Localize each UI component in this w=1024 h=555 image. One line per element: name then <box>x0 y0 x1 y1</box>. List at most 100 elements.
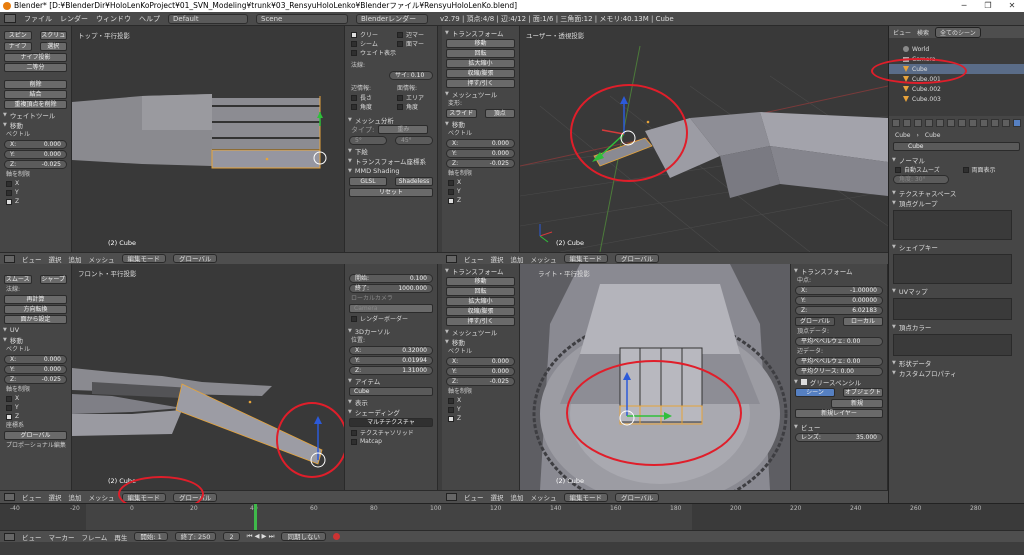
header-view-menu[interactable]: ビュー <box>22 254 42 264</box>
shrink-fatten-button[interactable]: 収縮/膨張 <box>446 69 515 78</box>
shape-keys-list[interactable] <box>893 254 1012 284</box>
remove-doubles-button[interactable]: 重複頂点を削除 <box>4 100 67 109</box>
mode-selector[interactable]: 編集モード <box>121 254 166 263</box>
vector-x-field[interactable]: X: 0.000 <box>4 140 67 149</box>
select-button[interactable]: 選択 <box>39 42 67 51</box>
header-add-menu[interactable]: 追加 <box>69 492 82 502</box>
maximize-icon[interactable]: ❐ <box>976 0 1000 12</box>
vertex-colors-header[interactable]: 頂点カラー <box>889 322 1024 332</box>
vector-x-field-4[interactable]: X: 0.000 <box>446 357 515 366</box>
vertex-button[interactable]: 頂点 <box>484 109 515 118</box>
sharp-button[interactable]: シャープ <box>39 275 67 284</box>
header-select-menu[interactable]: 選択 <box>491 492 504 502</box>
vertex-groups-header[interactable]: 頂点グループ <box>889 198 1024 208</box>
editor-type-icon[interactable] <box>4 14 16 23</box>
geometry-data-header[interactable]: 形状データ <box>889 358 1024 368</box>
global-toggle[interactable]: グローバル <box>795 317 835 326</box>
lens-field[interactable]: レンズ: 35.000 <box>795 433 883 442</box>
move-operator-header-3[interactable]: 移動 <box>0 335 71 345</box>
vertex-groups-list[interactable] <box>893 210 1012 240</box>
vertex-colors-list[interactable] <box>893 334 1012 356</box>
header-mesh-menu[interactable]: メッシュ <box>531 492 557 502</box>
median-y-field[interactable]: Y: 0.00000 <box>795 296 883 305</box>
scene-selector[interactable]: Scene <box>256 13 348 24</box>
auto-smooth-checkbox[interactable]: 自動スムーズ <box>889 165 957 174</box>
shading-mode-dropdown[interactable]: マルチテクスチャ <box>349 418 433 427</box>
mesh-analysis-header[interactable]: メッシュ分析 <box>345 115 437 125</box>
analysis-type-dropdown[interactable]: 重み <box>378 125 429 134</box>
range-max-field[interactable]: 45° <box>395 136 433 145</box>
menu-window[interactable]: ウィンドウ <box>96 14 131 24</box>
constraint-x-checkbox-2[interactable]: X <box>442 178 519 187</box>
join-dropdown[interactable]: 結合 <box>4 90 67 99</box>
constraint-y-checkbox[interactable]: Y <box>0 188 71 197</box>
camera-field[interactable]: Camera <box>349 304 433 313</box>
menu-file[interactable]: ファイル <box>24 14 52 24</box>
range-min-field[interactable]: 5° <box>349 136 387 145</box>
mesh-tools-header-2[interactable]: メッシュツール <box>442 327 519 337</box>
orientation-dropdown[interactable]: グローバル <box>4 431 67 440</box>
set-from-faces-button[interactable]: 面から設定 <box>4 315 67 324</box>
viewport-front-ortho[interactable]: フロント・平行投影 (2) Cube <box>72 264 344 490</box>
timeline-marker-menu[interactable]: マーカー <box>49 532 75 542</box>
timeline-frame-menu[interactable]: フレーム <box>82 532 108 542</box>
normal-size-field[interactable]: サイ: 0.10 <box>389 71 433 80</box>
timeline-playback-menu[interactable]: 再生 <box>114 532 127 542</box>
constraint-z-checkbox-3[interactable]: Z <box>0 412 71 421</box>
median-z-field[interactable]: Z: 6.02183 <box>795 306 883 315</box>
screw-button[interactable]: スクリュー <box>39 31 67 47</box>
header-mesh-menu[interactable]: メッシュ <box>531 254 557 264</box>
cursor-x-field[interactable]: X: 0.32000 <box>349 346 433 355</box>
viewport-user-perspective[interactable]: ユーザー・透視投影 (2) Cube <box>520 26 888 252</box>
header-mesh-menu[interactable]: メッシュ <box>89 492 115 502</box>
header-view-menu[interactable]: ビュー <box>22 492 42 502</box>
mmd-shading-header[interactable]: MMD Shading <box>345 166 437 176</box>
move-operator-header-4[interactable]: 移動 <box>442 337 519 347</box>
vector-x-field-2[interactable]: X: 0.000 <box>446 139 515 148</box>
vector-z-field-2[interactable]: Z: -0.025 <box>446 159 515 168</box>
median-x-field[interactable]: X: -1.00000 <box>795 286 883 295</box>
display-header[interactable]: 表示 <box>345 397 437 407</box>
header-select-menu[interactable]: 選択 <box>49 254 62 264</box>
transform-tools-header[interactable]: トランスフォーム <box>442 28 519 38</box>
clip-end-field[interactable]: 終了: 1000.000 <box>349 284 433 293</box>
shading-header[interactable]: シェーディング <box>345 407 437 417</box>
sync-mode-dropdown[interactable]: 同期しない <box>281 532 326 541</box>
header-select-menu[interactable]: 選択 <box>49 492 62 502</box>
knife-button[interactable]: ナイフ <box>4 42 32 51</box>
scale-button-2[interactable]: 拡大縮小 <box>446 297 515 306</box>
custom-properties-header[interactable]: カスタムプロパティ <box>889 368 1024 378</box>
move-operator-header-2[interactable]: 移動 <box>442 119 519 129</box>
seams-checkbox[interactable]: シーム <box>345 39 391 48</box>
vector-z-field-4[interactable]: Z: -0.025 <box>446 377 515 386</box>
vector-y-field-4[interactable]: Y: 0.000 <box>446 367 515 376</box>
start-frame-field[interactable]: 開始: 1 <box>134 532 168 541</box>
transform-header[interactable]: トランスフォーム <box>791 266 887 276</box>
face-marks-checkbox[interactable]: 面マー <box>391 39 437 48</box>
timeline-view-menu[interactable]: ビュー <box>22 532 42 542</box>
background-images-header[interactable]: 下絵 <box>345 146 437 156</box>
uv-header[interactable]: UV <box>0 325 71 335</box>
end-frame-field[interactable]: 終了: 250 <box>174 532 217 541</box>
reset-button[interactable]: リセット <box>349 188 433 197</box>
record-icon[interactable] <box>332 533 340 540</box>
close-icon[interactable]: ✕ <box>1000 0 1024 12</box>
mesh-tools-header[interactable]: メッシュツール <box>442 89 519 99</box>
header-add-menu[interactable]: 追加 <box>511 492 524 502</box>
glsl-button[interactable]: GLSL <box>349 177 387 186</box>
outliner-display-mode[interactable]: 全てのシーン <box>935 26 981 38</box>
scale-button[interactable]: 拡大縮小 <box>446 59 515 68</box>
mode-selector[interactable]: 編集モード <box>563 492 608 502</box>
recalculate-button[interactable]: 再計算 <box>4 295 67 304</box>
outliner-item-cube002[interactable]: Cube.002 <box>889 84 1024 94</box>
viewport-right-ortho[interactable]: ライト・平行投影 (2) Cube <box>520 264 790 490</box>
gp-object-toggle[interactable]: オブジェクト <box>843 388 883 397</box>
mode-selector[interactable]: 編集モード <box>563 254 608 263</box>
cursor-z-field[interactable]: Z: 1.31000 <box>349 366 433 375</box>
vector-y-field-3[interactable]: Y: 0.000 <box>4 365 67 374</box>
timeline-editor-icon[interactable] <box>4 532 15 541</box>
knife-project-button[interactable]: ナイフ投影 <box>4 53 67 62</box>
header-select-menu[interactable]: 選択 <box>491 254 504 264</box>
rotate-button[interactable]: 回転 <box>446 49 515 58</box>
playback-controls-icon[interactable]: ⏮ ◀ ▶ ⏭ <box>247 532 275 541</box>
